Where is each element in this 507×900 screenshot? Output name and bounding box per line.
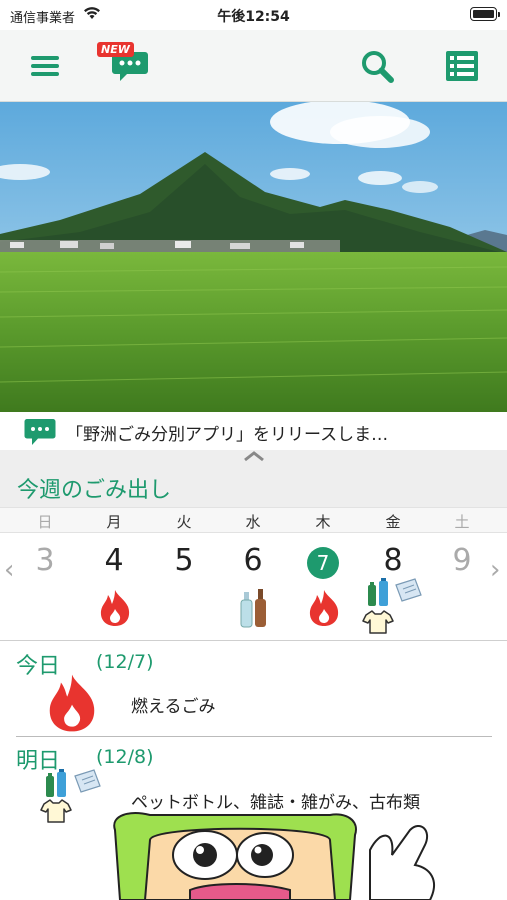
chevron-up-icon: [243, 451, 264, 462]
hamburger-icon: [31, 52, 59, 80]
burnable-fire-icon: [100, 590, 130, 626]
today-date-marker[interactable]: 7: [307, 547, 339, 579]
chevron-left-icon[interactable]: ‹: [4, 555, 14, 585]
burnable-fire-icon: [309, 590, 339, 626]
clothes-icon: [362, 610, 394, 634]
weekday-tue: 火: [176, 513, 192, 531]
bottles-icon: [240, 589, 266, 628]
date-row: ‹ 3 4 5 6 7 8 9 ›: [0, 533, 507, 641]
hero-image: [0, 102, 507, 412]
chevron-right-icon[interactable]: ›: [490, 555, 500, 585]
date-cell[interactable]: 8: [368, 543, 418, 578]
clock: 午後12:54: [217, 9, 290, 25]
burnable-fire-icon: [49, 674, 95, 732]
mascot-illustration: [0, 810, 507, 900]
search-button[interactable]: [357, 44, 397, 88]
list-icon: [446, 51, 478, 81]
search-icon: [362, 51, 394, 83]
today-garbage-type: 燃えるごみ: [131, 697, 216, 717]
news-ticker[interactable]: 「野洲ごみ分別アプリ」をリリースしま…: [0, 412, 507, 450]
weekday-sun: 日: [37, 513, 53, 531]
new-badge: NEW: [97, 42, 134, 57]
date-cell[interactable]: 3: [20, 543, 70, 578]
weekday-sat: 土: [454, 513, 470, 531]
today-date: (12/7): [96, 651, 154, 673]
toolbar: NEW: [0, 30, 507, 102]
date-cell[interactable]: 5: [159, 543, 209, 578]
list-button[interactable]: [442, 44, 482, 88]
news-text: 「野洲ごみ分別アプリ」をリリースしま…: [66, 425, 389, 445]
magazine-icon: [395, 578, 422, 602]
divider: [16, 736, 492, 737]
magazine-icon: [74, 769, 101, 793]
week-title: 今週のごみ出し: [17, 478, 172, 503]
weekday-mon: 月: [106, 513, 122, 531]
chat-bubble-icon: [24, 419, 56, 445]
date-cell[interactable]: 6: [228, 543, 278, 578]
weekday-row: 日 月 火 水 木 金 土: [0, 507, 507, 533]
date-cell[interactable]: 9: [437, 543, 487, 578]
tomorrow-date: (12/8): [96, 746, 154, 768]
collapse-handle[interactable]: [0, 450, 507, 464]
pet-bottle-icon: [368, 578, 388, 606]
status-bar: 通信事業者 午後12:54: [0, 0, 507, 30]
weekday-wed: 水: [245, 513, 261, 531]
pet-bottle-icon: [46, 769, 66, 797]
date-cell[interactable]: 4: [89, 543, 139, 578]
weekday-thu: 木: [315, 513, 331, 531]
weekday-fri: 金: [385, 513, 401, 531]
menu-button[interactable]: [25, 44, 65, 88]
battery-icon: [470, 7, 500, 21]
